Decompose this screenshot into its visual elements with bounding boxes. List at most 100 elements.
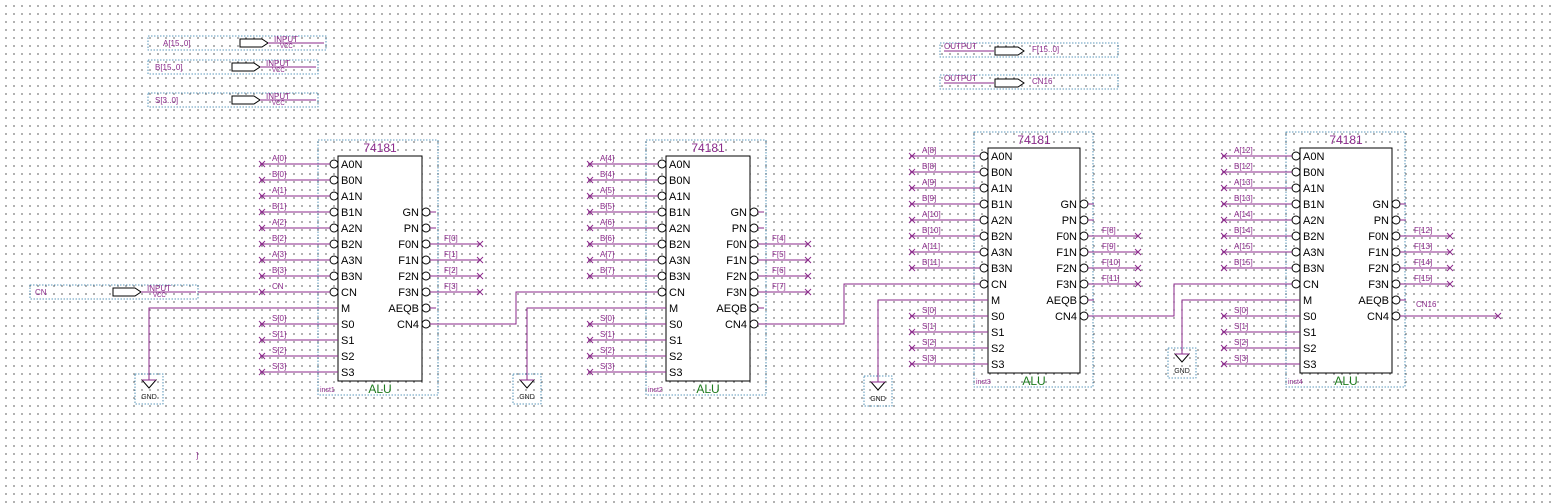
pin-bubble [1079,215,1089,225]
instance-name: inst4 [1288,379,1303,386]
net-label: B[2] [272,234,286,243]
net-label: B[0] [272,170,286,179]
pin-a0n: A0N [1303,151,1324,163]
pin-cn: CN [991,279,1007,291]
pin-f3n: F3N [398,287,419,299]
net-label: B[11] [922,258,940,267]
pin-bubble [1291,183,1301,193]
net-label: A[3] [272,250,286,259]
pin-bubble [1291,151,1301,161]
chip-title: 74181 [691,141,725,155]
vcc-label: VCC [280,44,293,50]
pin-bubble [749,271,759,281]
input-pin-name: CN [35,288,47,297]
ground-icon [518,379,536,389]
net-label: A[8] [922,146,936,155]
pin-bubble [329,191,339,201]
pin-a2n: A2N [341,223,362,235]
pin-cn4: CN4 [1367,311,1389,323]
pin-f2n: F2N [726,271,747,283]
pin-bubble [1079,311,1089,321]
cn16-net-label: CN16 [1416,300,1437,309]
pin-f0n: F0N [1368,231,1389,243]
net-label: A[1] [272,186,286,195]
input-pin-a[interactable]: A[15..0] INPUTVCC [147,35,327,51]
chip-type-label: ALU [696,382,719,396]
pin-m: M [991,295,1000,307]
net-label: S[2] [272,346,286,355]
pin-bubble [329,287,339,297]
pin-bubble [421,207,431,217]
pin-bubble [979,231,989,241]
m-to-gnd-wire [526,307,666,380]
output-pin-cn16[interactable]: OUTPUT CN16 [939,74,1119,90]
pin-m: M [1303,295,1312,307]
net-label: S[0] [272,314,286,323]
net-label: B[1] [272,202,286,211]
schematic-canvas[interactable]: A[15..0] INPUTVCC B[15..0] INPUTVCC S[3..0] I… [0,0,1553,503]
pin-f1n: F1N [1056,247,1077,259]
pin-a3n: A3N [991,247,1012,259]
output-arrow-icon [994,46,1025,56]
alu-body [337,155,423,382]
pin-bubble [329,175,339,185]
pin-bubble [1291,231,1301,241]
net-label: A[2] [272,218,286,227]
input-pin-cn[interactable]: CN INPUTVCC [29,284,199,300]
input-pin-b[interactable]: B[15..0] INPUTVCC [147,59,319,75]
pin-s2: S2 [991,343,1004,355]
net-label: S[2] [1234,338,1248,347]
net-label: F[7] [772,282,786,291]
alu-body [665,155,751,382]
net-label: S[3] [272,362,286,371]
pin-bubble [421,303,431,313]
net-label: F[14] [1414,258,1432,267]
net-label: B[8] [922,162,936,171]
net-label: A[12] [1234,146,1253,155]
pin-bubble [329,239,339,249]
net-label: A[15] [1234,242,1253,251]
pin-bubble [657,287,667,297]
pin-s3: S3 [341,367,354,379]
pin-f3n: F3N [726,287,747,299]
chip-title: 74181 [1329,133,1363,147]
output-pin-f[interactable]: OUTPUT F[15..0] [939,42,1119,58]
net-label: S[0] [600,314,614,323]
net-label: F[15] [1414,274,1432,283]
pin-bubble [657,191,667,201]
pin-s0: S0 [991,311,1004,323]
net-label: F[4] [772,234,786,243]
net-label: F[0] [444,234,458,243]
net-label: F[10] [1102,258,1120,267]
pin-s0: S0 [341,319,354,331]
input-pin-s[interactable]: S[3..0] INPUTVCC [147,92,319,108]
pin-bubble [1391,199,1401,209]
pin-bubble [421,255,431,265]
ground-icon [140,379,158,389]
pin-f1n: F1N [1368,247,1389,259]
m-to-gnd-wire [148,307,338,380]
input-arrow-icon [112,287,142,297]
input-arrow-icon [231,62,261,72]
input-tag: INPUT [274,35,298,44]
net-label: F[2] [444,266,458,275]
pin-bubble [979,263,989,273]
alu-74181-inst4[interactable]: 74181 ALU inst4 A0N A[12] B0N B[12] A1N A[13] B1N… [1167,131,1454,388]
net-label: A[7] [600,250,614,259]
pin-f0n: F0N [398,239,419,251]
pin-bubble [421,287,431,297]
net-label: F[12] [1414,226,1432,235]
alu-74181-inst2[interactable]: 74181 ALU inst2 A0N A[4] B0N B[4] A1N A[5] B1N B[5… [512,139,812,405]
pin-gn: GN [731,207,748,219]
pin-bubble [979,247,989,257]
alu-74181-inst1[interactable]: 74181 ALU inst1 A0N A[0] B0N B[0] A1N A[1] B1N B[1… [134,139,484,405]
alu-74181-inst3[interactable]: 74181 ALU inst3 A0N A[8] B0N B[8] A1N A[9] B1N B[9… [863,131,1142,407]
input-arrow-icon [231,95,261,105]
pin-f0n: F0N [1056,231,1077,243]
net-label: S[3] [600,362,614,371]
input-tag: INPUT [266,59,290,68]
pin-f2n: F2N [398,271,419,283]
pin-bubble [1391,215,1401,225]
ground-icon [869,381,887,391]
net-label: B[10] [922,226,941,235]
